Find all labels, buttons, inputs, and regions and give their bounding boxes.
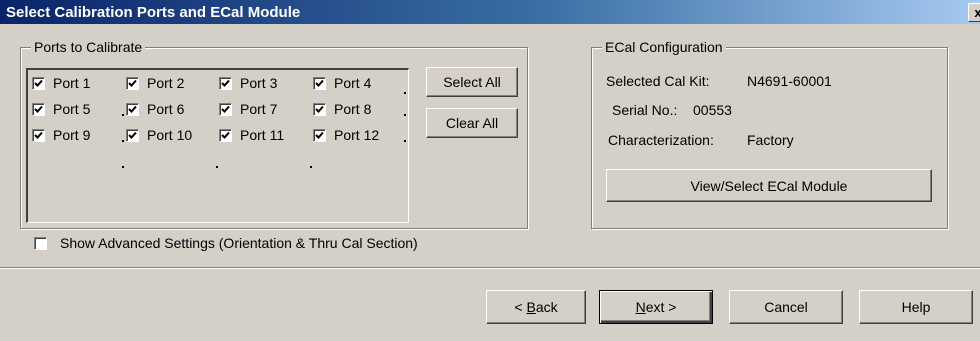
port-checkbox-label: Port 11 [240,127,285,143]
port-checkbox-box[interactable] [126,102,139,116]
characterization-value: Factory [747,132,794,148]
characterization-label: Characterization: [608,132,714,148]
selected-cal-kit-value: N4691-60001 [747,73,832,89]
back-prefix: < [514,299,527,315]
back-rest: ack [535,299,558,315]
port-checkbox[interactable]: Port 12 [313,126,379,144]
port-checkbox[interactable]: Port 9 [32,126,90,144]
grid-dot [404,114,406,116]
close-button[interactable]: x [968,3,980,22]
port-checkbox-box[interactable] [313,102,326,116]
separator [0,267,980,269]
port-checkbox-label: Port 12 [334,127,380,143]
advanced-settings-label: Show Advanced Settings (Orientation & Th… [60,235,418,251]
port-checkbox[interactable]: Port 2 [126,74,184,92]
ecal-config-group: ECal Configuration Selected Cal Kit: N46… [591,39,948,229]
serial-number-value: 00553 [693,102,732,118]
back-mnemonic: B [526,299,536,315]
ecal-group-legend: ECal Configuration [602,39,726,55]
port-checkbox-label: Port 1 [53,75,91,91]
port-checkbox[interactable]: Port 10 [126,126,192,144]
advanced-settings-box[interactable] [34,236,47,250]
grid-dot [404,92,406,94]
port-checkbox[interactable]: Port 1 [32,74,90,92]
serial-number-label: Serial No.: [612,102,678,118]
port-checkbox[interactable]: Port 4 [313,74,371,92]
next-button[interactable]: Next > [599,290,713,324]
grid-dot [404,140,406,142]
clear-all-button[interactable]: Clear All [426,108,518,138]
port-checkbox[interactable]: Port 6 [126,100,184,118]
port-checkbox-box[interactable] [126,128,139,142]
port-checkbox-box[interactable] [32,102,45,116]
help-button[interactable]: Help [859,290,973,324]
port-checkbox-label: Port 6 [147,101,185,117]
port-checkbox[interactable]: Port 11 [219,126,284,144]
title-bar: Select Calibration Ports and ECal Module… [0,0,980,24]
port-checkbox-box[interactable] [219,76,232,90]
back-button[interactable]: < Back [486,290,586,324]
port-checkbox-box[interactable] [219,102,232,116]
grid-dot [310,166,312,168]
port-checkbox-label: Port 7 [240,101,278,117]
advanced-settings-checkbox[interactable]: Show Advanced Settings (Orientation & Th… [34,234,418,252]
port-checkbox-label: Port 9 [53,127,91,143]
grid-dot [122,166,124,168]
selected-cal-kit-label: Selected Cal Kit: [606,73,710,89]
next-mnemonic: N [635,299,646,315]
port-checkbox[interactable]: Port 5 [32,100,90,118]
ports-list: Port 1 Port 2 Port 3 Port 4 Port 5 Port 6 Port… [26,68,409,223]
select-all-button[interactable]: Select All [426,67,518,97]
port-checkbox-box[interactable] [219,128,232,142]
port-checkbox-label: Port 8 [334,101,372,117]
port-checkbox[interactable]: Port 7 [219,100,277,118]
port-checkbox-label: Port 2 [147,75,185,91]
ports-group-legend: Ports to Calibrate [31,39,146,55]
port-checkbox-label: Port 10 [147,127,193,143]
port-checkbox[interactable]: Port 8 [313,100,371,118]
port-checkbox-box[interactable] [126,76,139,90]
dialog-title: Select Calibration Ports and ECal Module [6,4,301,21]
port-checkbox-label: Port 5 [53,101,91,117]
ports-group: Ports to Calibrate Port 1 Port 2 Port 3 Por… [20,39,528,229]
cancel-button[interactable]: Cancel [729,290,843,324]
port-checkbox[interactable]: Port 3 [219,74,277,92]
grid-dot [216,166,218,168]
view-select-ecal-button[interactable]: View/Select ECal Module [606,169,932,202]
port-checkbox-box[interactable] [313,76,326,90]
port-checkbox-label: Port 4 [334,75,372,91]
port-checkbox-box[interactable] [32,128,45,142]
port-checkbox-label: Port 3 [240,75,278,91]
port-checkbox-box[interactable] [32,76,45,90]
next-rest: ext > [645,299,677,315]
port-checkbox-box[interactable] [313,128,326,142]
grid-dot [122,114,124,116]
grid-dot [122,140,124,142]
